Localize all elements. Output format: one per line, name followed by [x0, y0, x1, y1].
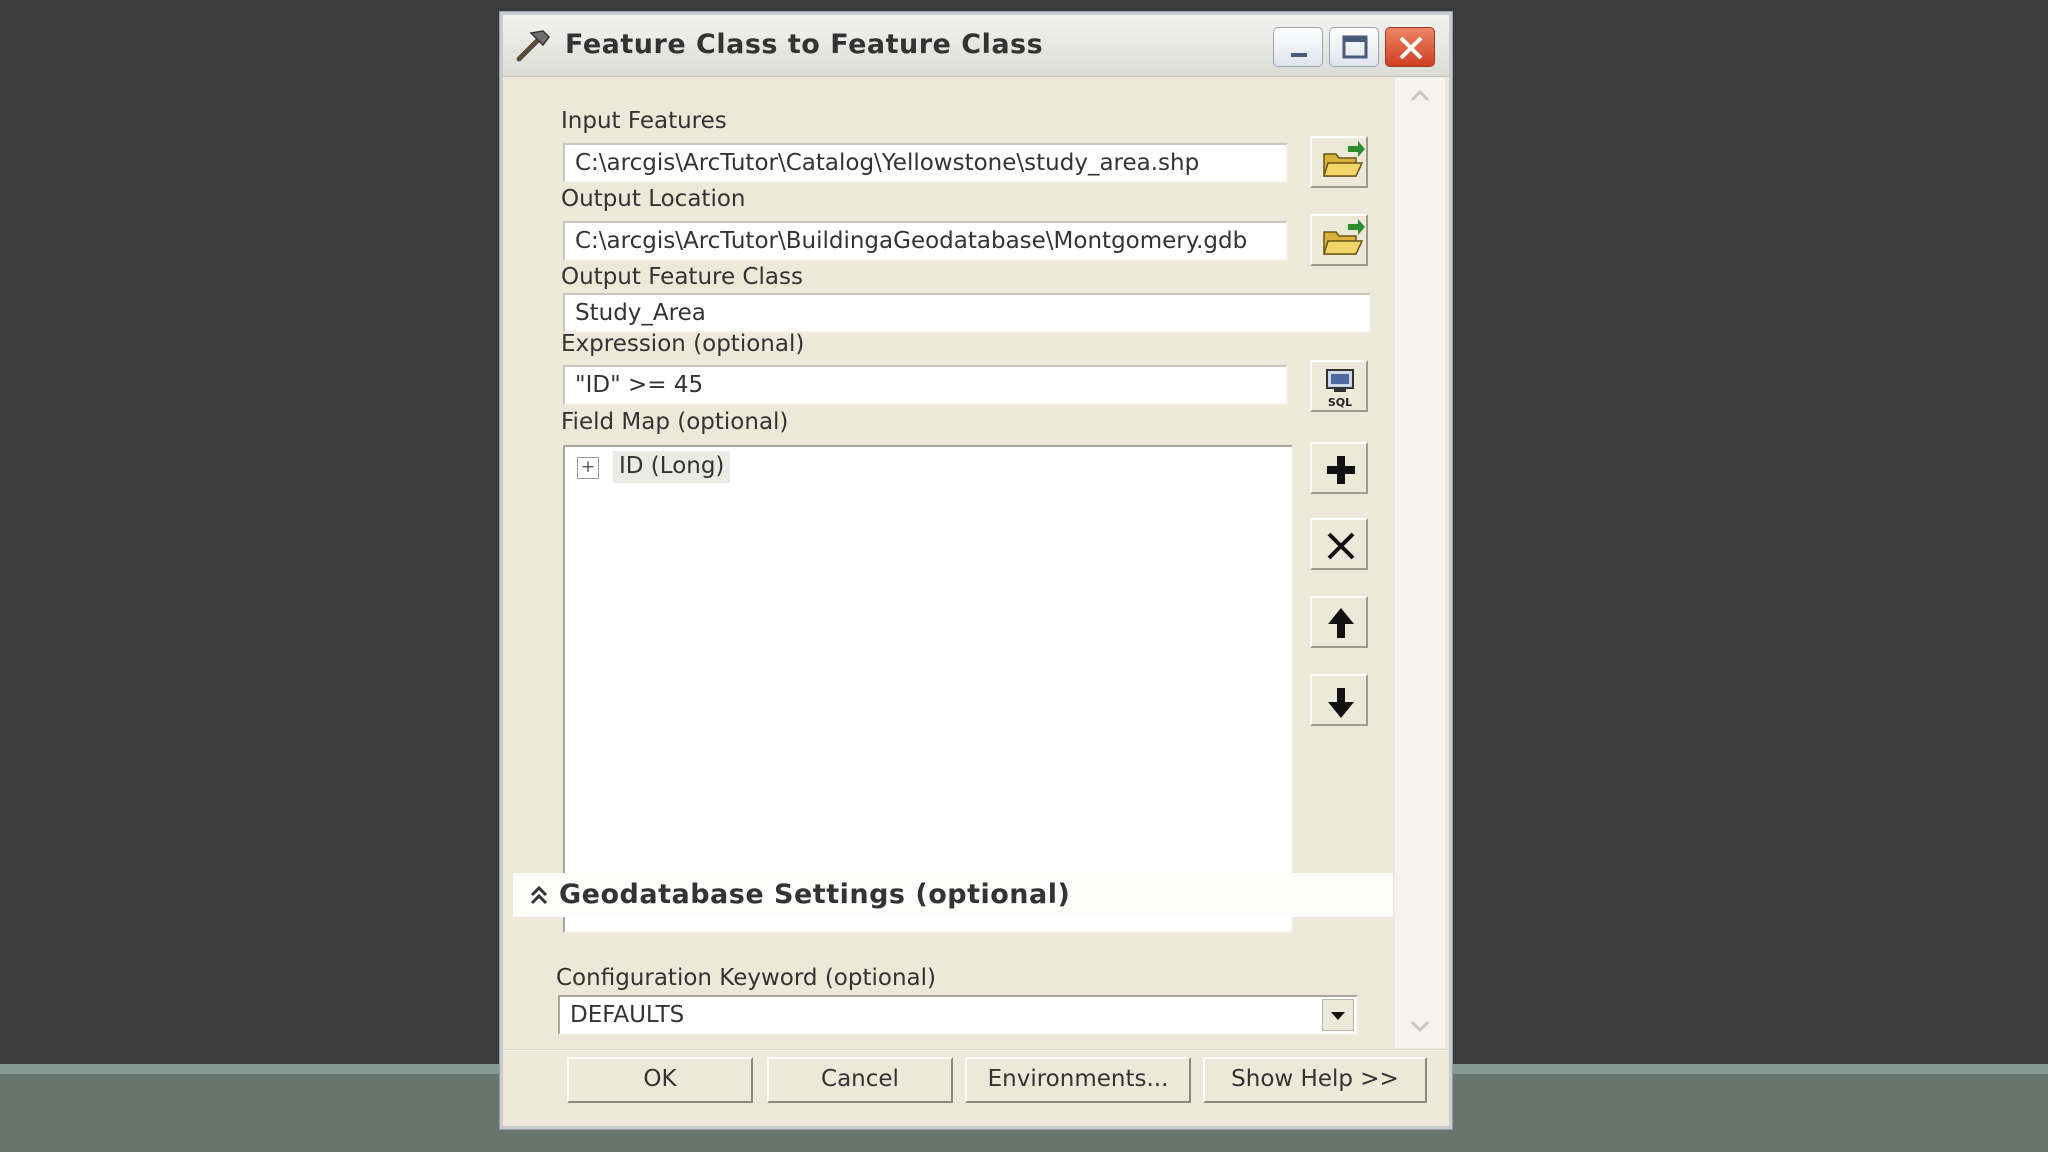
scroll-down-icon[interactable] — [1403, 1014, 1437, 1038]
expression-label: Expression (optional) — [561, 331, 805, 357]
environments-button[interactable]: Environments... — [965, 1057, 1191, 1103]
scroll-up-icon[interactable] — [1403, 84, 1437, 108]
field-map-label: Field Map (optional) — [561, 409, 789, 435]
input-features-browse-button[interactable] — [1310, 136, 1368, 188]
open-folder-icon — [1322, 141, 1365, 177]
svg-text:SQL: SQL — [1328, 396, 1352, 409]
dialog-title: Feature Class to Feature Class — [565, 29, 1044, 60]
cancel-button[interactable]: Cancel — [767, 1057, 953, 1103]
configuration-keyword-select[interactable]: DEFAULTS — [558, 995, 1358, 1035]
vertical-scrollbar[interactable] — [1395, 78, 1445, 1048]
open-folder-icon — [1322, 219, 1365, 255]
minimize-icon — [1291, 53, 1307, 57]
input-features-label: Input Features — [561, 108, 727, 134]
output-feature-class-label: Output Feature Class — [561, 264, 803, 290]
move-up-icon — [1328, 608, 1354, 638]
delete-field-button[interactable] — [1310, 518, 1368, 570]
show-help-button[interactable]: Show Help >> — [1203, 1057, 1427, 1103]
field-map-item[interactable]: ID (Long) — [613, 451, 731, 483]
feature-class-to-feature-class-dialog: Feature Class to Feature Class Input Fea… — [500, 12, 1452, 1129]
collapse-chevron-icon — [527, 883, 551, 907]
expression-field[interactable]: "ID" >= 45 — [563, 365, 1288, 405]
footer-divider — [503, 1049, 1449, 1051]
close-button[interactable] — [1385, 27, 1435, 67]
configuration-keyword-label: Configuration Keyword (optional) — [556, 965, 936, 991]
maximize-icon — [1342, 35, 1368, 59]
output-feature-class-field[interactable]: Study_Area — [563, 293, 1371, 333]
output-location-field[interactable]: C:\arcgis\ArcTutor\BuildingaGeodatabase\… — [563, 221, 1288, 261]
delete-icon — [1327, 532, 1355, 560]
move-down-icon — [1328, 688, 1354, 718]
geodatabase-settings-title: Geodatabase Settings (optional) — [559, 879, 1071, 910]
ok-button[interactable]: OK — [567, 1057, 753, 1103]
input-features-field[interactable]: C:\arcgis\ArcTutor\Catalog\Yellowstone\s… — [563, 143, 1288, 183]
configuration-keyword-value: DEFAULTS — [570, 1002, 685, 1028]
title-bar[interactable]: Feature Class to Feature Class — [503, 15, 1449, 77]
expand-toggle[interactable]: + — [577, 457, 599, 479]
hammer-icon — [513, 27, 553, 63]
add-icon — [1327, 456, 1355, 484]
move-field-up-button[interactable] — [1310, 596, 1368, 648]
move-field-down-button[interactable] — [1310, 674, 1368, 726]
geodatabase-settings-header[interactable]: Geodatabase Settings (optional) — [513, 873, 1393, 917]
field-map-tree[interactable]: + ID (Long) — [563, 445, 1293, 933]
output-location-label: Output Location — [561, 186, 746, 212]
sql-query-builder-button[interactable]: SQL — [1310, 360, 1368, 412]
close-icon — [1399, 36, 1423, 60]
chevron-down-icon[interactable] — [1322, 999, 1354, 1031]
output-location-browse-button[interactable] — [1310, 214, 1368, 266]
maximize-button[interactable] — [1329, 27, 1379, 67]
minimize-button[interactable] — [1273, 27, 1323, 67]
add-field-button[interactable] — [1310, 442, 1368, 494]
sql-query-icon: SQL — [1326, 369, 1354, 409]
